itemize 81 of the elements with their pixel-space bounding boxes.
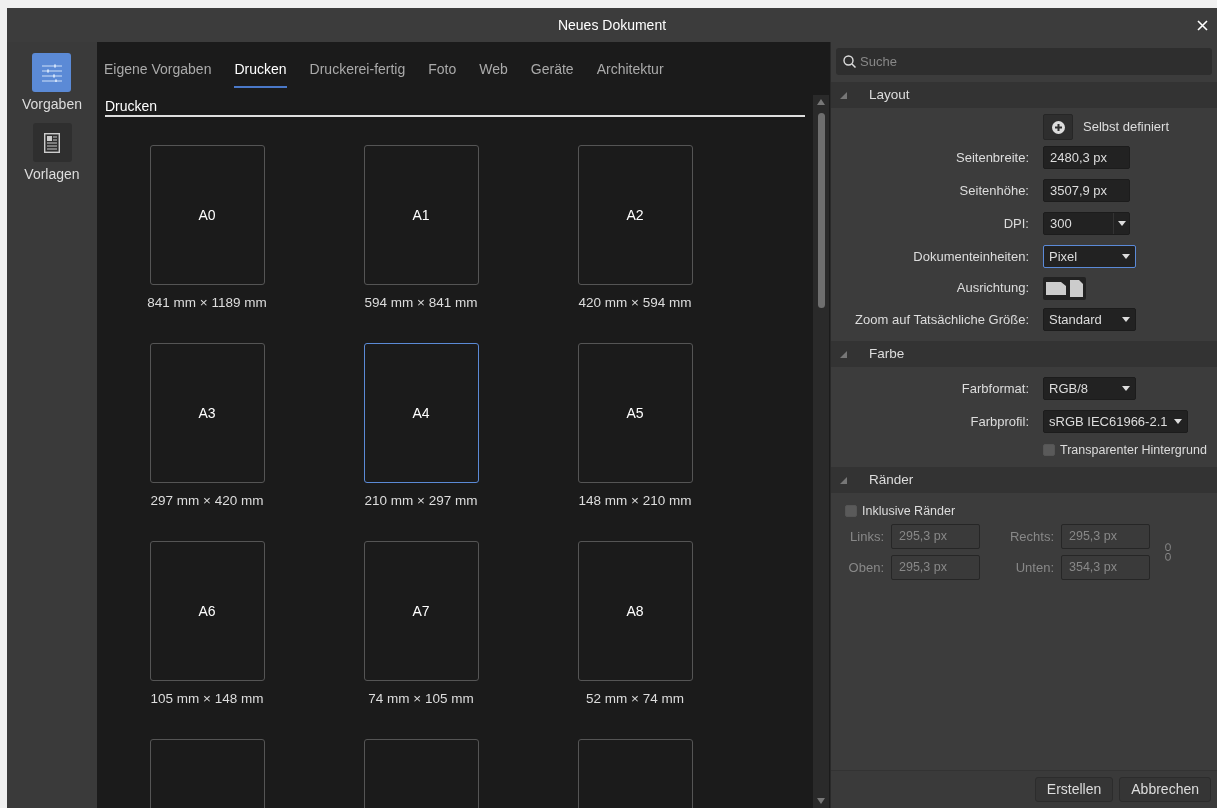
checkbox-label: Transparenter Hintergrund xyxy=(1060,441,1207,459)
caret-icon xyxy=(1117,221,1126,226)
caret-icon xyxy=(1173,419,1182,424)
section-header[interactable]: Farbe xyxy=(831,341,1217,367)
tab[interactable]: Drucken xyxy=(234,59,287,88)
page-preset-card[interactable]: A2 xyxy=(577,145,693,285)
field-label: Farbprofil: xyxy=(969,412,1030,431)
dropdown[interactable]: Pixel xyxy=(1043,245,1136,268)
field-label: Farbformat: xyxy=(960,379,1030,398)
dropdown[interactable]: RGB/8 xyxy=(1043,377,1136,400)
section-header[interactable]: Layout xyxy=(831,82,1217,108)
checkbox-label: Inklusive Ränder xyxy=(862,502,956,520)
page-preset-card[interactable]: A0 xyxy=(149,145,265,285)
tab[interactable]: Druckerei-fertig xyxy=(309,59,406,88)
page-size-label: 52 mm × 74 mm xyxy=(586,690,684,708)
page-preset-card[interactable]: A3 xyxy=(149,343,265,483)
page-preset-card[interactable]: A4 xyxy=(363,343,479,483)
page-size-label: 297 mm × 420 mm xyxy=(150,492,264,510)
section-heading: Drucken xyxy=(105,95,805,117)
margin-label: Unten: xyxy=(1014,558,1055,577)
collapse-triangle-icon[interactable] xyxy=(840,350,847,358)
page-size-label: 148 mm × 210 mm xyxy=(578,492,692,510)
page-preset-card[interactable]: A5 xyxy=(577,343,693,483)
collapse-triangle-icon[interactable] xyxy=(840,476,847,484)
tab[interactable]: Geräte xyxy=(530,59,574,88)
field-label: Dokumenteinheiten: xyxy=(912,247,1030,266)
margin-label: Links: xyxy=(849,527,885,546)
page-size-label: 105 mm × 148 mm xyxy=(150,690,264,708)
tab[interactable]: Architektur xyxy=(596,59,664,88)
dialog-button[interactable]: Abbrechen xyxy=(1119,777,1211,802)
scroll-down-arrow-icon[interactable] xyxy=(817,798,825,804)
search-icon xyxy=(843,55,856,68)
tab[interactable]: Eigene Vorgaben xyxy=(104,59,212,88)
dropdown[interactable]: Standard xyxy=(1043,308,1136,331)
page-preset-card[interactable]: A1 xyxy=(363,145,479,285)
sliders-icon xyxy=(41,63,63,82)
page-preset-card[interactable]: A6 xyxy=(149,541,265,681)
custom-size-label: Selbst definiert xyxy=(1083,118,1169,137)
landscape-page-icon[interactable] xyxy=(1046,281,1066,295)
close-icon[interactable] xyxy=(1197,20,1208,31)
margin-label: Rechts: xyxy=(1008,527,1055,546)
margin-label: Oben: xyxy=(847,558,885,577)
field-label: Seitenhöhe: xyxy=(958,181,1030,200)
input-field[interactable]: 3507,9 px xyxy=(1043,179,1130,202)
caret-icon xyxy=(1122,317,1130,322)
tab[interactable]: Web xyxy=(479,59,508,88)
scroll-up-arrow-icon[interactable] xyxy=(817,99,825,105)
checkbox[interactable] xyxy=(845,505,857,517)
caret-icon xyxy=(1122,254,1130,259)
sidebar-label: Vorgaben xyxy=(22,95,82,114)
page-preset-card[interactable]: A8 xyxy=(577,541,693,681)
scrollbar-thumb[interactable] xyxy=(817,113,825,308)
page-size-label: 841 mm × 1189 mm xyxy=(147,294,267,312)
checkbox[interactable] xyxy=(1043,444,1055,456)
page-size-label: 594 mm × 841 mm xyxy=(364,294,478,312)
combo-field[interactable]: 300 xyxy=(1043,212,1130,235)
page-size-label: 74 mm × 105 mm xyxy=(368,690,474,708)
window-title: Neues Dokument xyxy=(557,15,667,35)
dropdown[interactable]: sRGB IEC61966-2.1 xyxy=(1043,410,1188,433)
sidebar-item[interactable]: Vorgaben xyxy=(22,53,82,115)
page-size-label: 420 mm × 594 mm xyxy=(578,294,692,312)
document-icon xyxy=(44,132,60,153)
field-label: Ausrichtung: xyxy=(955,279,1030,298)
search-field[interactable]: Suche xyxy=(836,48,1212,75)
sidebar-label: Vorlagen xyxy=(24,165,80,184)
field-label: Seitenbreite: xyxy=(955,148,1030,167)
caret-icon xyxy=(1122,386,1130,391)
dialog-button[interactable]: Erstellen xyxy=(1034,777,1114,802)
tab[interactable]: Foto xyxy=(428,59,457,88)
plus-circle-icon xyxy=(1051,120,1065,134)
collapse-triangle-icon[interactable] xyxy=(840,91,847,99)
portrait-page-icon[interactable] xyxy=(1070,279,1083,297)
field-label: Zoom auf Tatsächliche Größe: xyxy=(854,310,1030,329)
scrollbar[interactable] xyxy=(813,95,829,808)
section-header[interactable]: Ränder xyxy=(831,467,1217,493)
input-field[interactable]: 2480,3 px xyxy=(1043,146,1130,169)
page-size-label: 210 mm × 297 mm xyxy=(364,492,478,510)
field-label: DPI: xyxy=(1002,214,1030,233)
add-button[interactable] xyxy=(1043,114,1073,140)
sidebar-item[interactable]: Vorlagen xyxy=(24,123,80,185)
page-preset-card[interactable]: A7 xyxy=(363,541,479,681)
